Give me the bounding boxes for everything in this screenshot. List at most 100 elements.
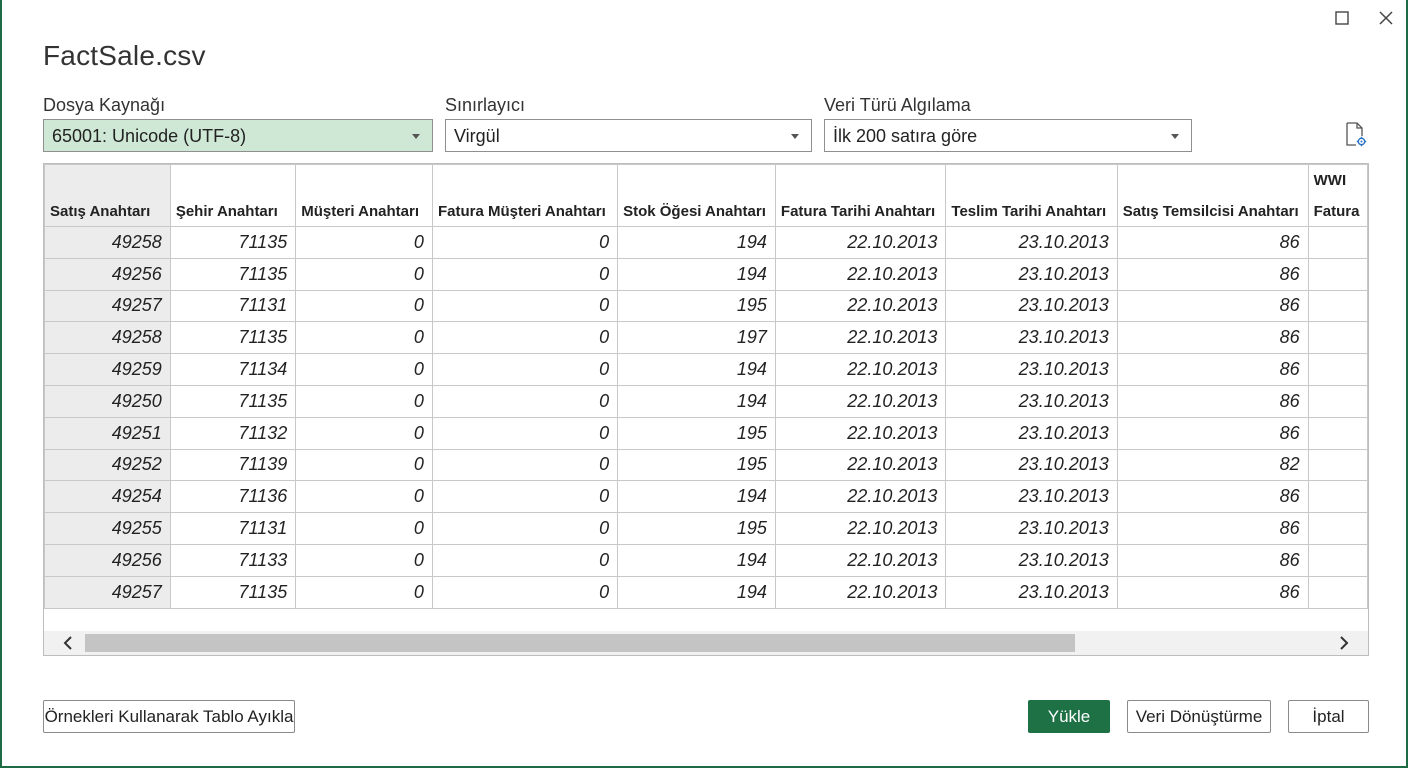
table-cell (1307, 512, 1368, 545)
delimiter-dropdown[interactable]: Virgül (445, 119, 812, 152)
file-origin-value: 65001: Unicode (UTF-8) (52, 126, 247, 146)
table-cell: 194 (617, 226, 776, 259)
table-header-row: Satış Anahtarı Şehir Anahtarı Müşteri Anah… (44, 164, 1368, 227)
file-origin-dropdown[interactable]: 65001: Unicode (UTF-8) (43, 119, 433, 152)
table-cell: 49250 (44, 384, 171, 418)
column-header[interactable]: Şehir Anahtarı (169, 164, 297, 227)
horizontal-scrollbar[interactable] (44, 631, 1368, 655)
column-header-label: Satış Temsilcisi Anahtarı (1122, 203, 1299, 220)
table-cell (1307, 448, 1368, 482)
table-cell: 0 (431, 512, 619, 545)
table-cell: 0 (295, 448, 433, 482)
column-header[interactable]: Teslim Tarihi Anahtarı (945, 164, 1118, 227)
column-header[interactable]: Stok Öğesi Anahtarı (617, 164, 776, 227)
table-cell: 23.10.2013 (945, 321, 1118, 355)
table-cell: 0 (431, 257, 619, 291)
table-cell (1307, 416, 1368, 450)
table-cell: 86 (1116, 257, 1309, 291)
table-cell: 71132 (169, 416, 297, 450)
table-cell (1307, 321, 1368, 355)
dialog-window: FactSale.csv Dosya Kaynağı 65001: Unicod… (0, 0, 1408, 768)
column-header-label: Stok Öğesi Anahtarı (623, 203, 766, 220)
table-cell (1307, 575, 1368, 609)
table-cell: 194 (617, 257, 776, 291)
column-header-label: Müşteri Anahtarı (301, 203, 420, 220)
table-cell: 71135 (169, 575, 297, 609)
column-header-label: Satış Anahtarı (50, 203, 151, 220)
column-header-label: Fatura Tarihi Anahtarı (780, 203, 936, 220)
table-cell (1307, 257, 1368, 291)
table-row: 49257 71135 0 0 194 22.10.2013 23.10.2013 86 (44, 575, 1368, 609)
table-cell: 86 (1116, 480, 1309, 514)
table-cell: 194 (617, 353, 776, 386)
scrollbar-thumb[interactable] (85, 634, 1075, 652)
column-header[interactable]: WWI Fatura (1307, 164, 1368, 227)
document-settings-icon[interactable] (1344, 122, 1368, 148)
maximize-icon[interactable] (1332, 8, 1352, 28)
column-header-label: Fatura Müşteri Anahtarı (437, 203, 606, 220)
cancel-button[interactable]: İptal (1288, 700, 1369, 733)
table-cell: 71131 (169, 512, 297, 545)
column-header[interactable]: Satış Temsilcisi Anahtarı (1116, 164, 1309, 227)
transform-data-button[interactable]: Veri Dönüştürme (1127, 700, 1271, 733)
table-cell: 23.10.2013 (945, 575, 1118, 609)
delimiter-label: Sınırlayıcı (445, 95, 526, 115)
table-cell: 49258 (44, 321, 171, 355)
column-header-label: Şehir Anahtarı (175, 203, 278, 220)
table-cell (1307, 226, 1368, 259)
table-cell: 195 (617, 512, 776, 545)
table-cell: 0 (431, 480, 619, 514)
table-cell: 23.10.2013 (945, 353, 1118, 386)
table-cell: 86 (1116, 543, 1309, 577)
table-cell: 23.10.2013 (945, 480, 1118, 514)
table-cell (1307, 289, 1368, 323)
chevron-right-icon[interactable] (1334, 633, 1354, 653)
table-cell: 86 (1116, 384, 1309, 418)
table-cell: 22.10.2013 (774, 448, 947, 482)
table-cell: 0 (295, 512, 433, 545)
table-cell: 23.10.2013 (945, 448, 1118, 482)
table-row: 49259 71134 0 0 194 22.10.2013 23.10.2013 86 (44, 353, 1368, 386)
table-cell: 71134 (169, 353, 297, 386)
table-cell (1307, 384, 1368, 418)
table-cell: 195 (617, 289, 776, 323)
table-cell: 86 (1116, 512, 1309, 545)
data-type-detection-dropdown[interactable]: İlk 200 satıra göre (824, 119, 1192, 152)
load-button[interactable]: Yükle (1028, 700, 1110, 733)
table-row: 49257 71131 0 0 195 22.10.2013 23.10.2013 86 (44, 289, 1368, 323)
table-cell: 22.10.2013 (774, 480, 947, 514)
column-header[interactable]: Satış Anahtarı (44, 164, 171, 227)
table-cell: 86 (1116, 353, 1309, 386)
table-cell: 71133 (169, 543, 297, 577)
data-type-detection-value: İlk 200 satıra göre (833, 126, 978, 146)
column-header[interactable]: Fatura Tarihi Anahtarı (774, 164, 947, 227)
extract-table-button[interactable]: Örnekleri Kullanarak Tablo Ayıkla (43, 700, 295, 733)
table-cell: 0 (431, 226, 619, 259)
table-cell: 0 (431, 543, 619, 577)
table-row: 49252 71139 0 0 195 22.10.2013 23.10.2013 82 (44, 448, 1368, 482)
table-cell: 82 (1116, 448, 1309, 482)
data-type-detection-label: Veri Türü Algılama (824, 95, 971, 115)
table-cell (1307, 353, 1368, 386)
table-cell: 0 (295, 543, 433, 577)
table-cell: 71135 (169, 226, 297, 259)
table-cell: 0 (431, 289, 619, 323)
file-origin-label: Dosya Kaynağı (43, 95, 166, 115)
table-row: 49256 71135 0 0 194 22.10.2013 23.10.2013 86 (44, 257, 1368, 291)
table-cell: 22.10.2013 (774, 321, 947, 355)
column-header[interactable]: Fatura Müşteri Anahtarı (431, 164, 619, 227)
table-cell: 71131 (169, 289, 297, 323)
chevron-down-icon (412, 134, 420, 139)
table-cell: 0 (431, 384, 619, 418)
close-icon[interactable] (1376, 8, 1396, 28)
table-cell: 194 (617, 575, 776, 609)
table-cell: 71135 (169, 321, 297, 355)
table-cell: 0 (295, 321, 433, 355)
table-row: 49258 71135 0 0 194 22.10.2013 23.10.2013 86 (44, 226, 1368, 259)
table-cell: 49256 (44, 257, 171, 291)
column-header[interactable]: Müşteri Anahtarı (295, 164, 433, 227)
chevron-left-icon[interactable] (58, 633, 78, 653)
table-cell: 22.10.2013 (774, 226, 947, 259)
table-cell: 86 (1116, 321, 1309, 355)
table-cell (1307, 480, 1368, 514)
